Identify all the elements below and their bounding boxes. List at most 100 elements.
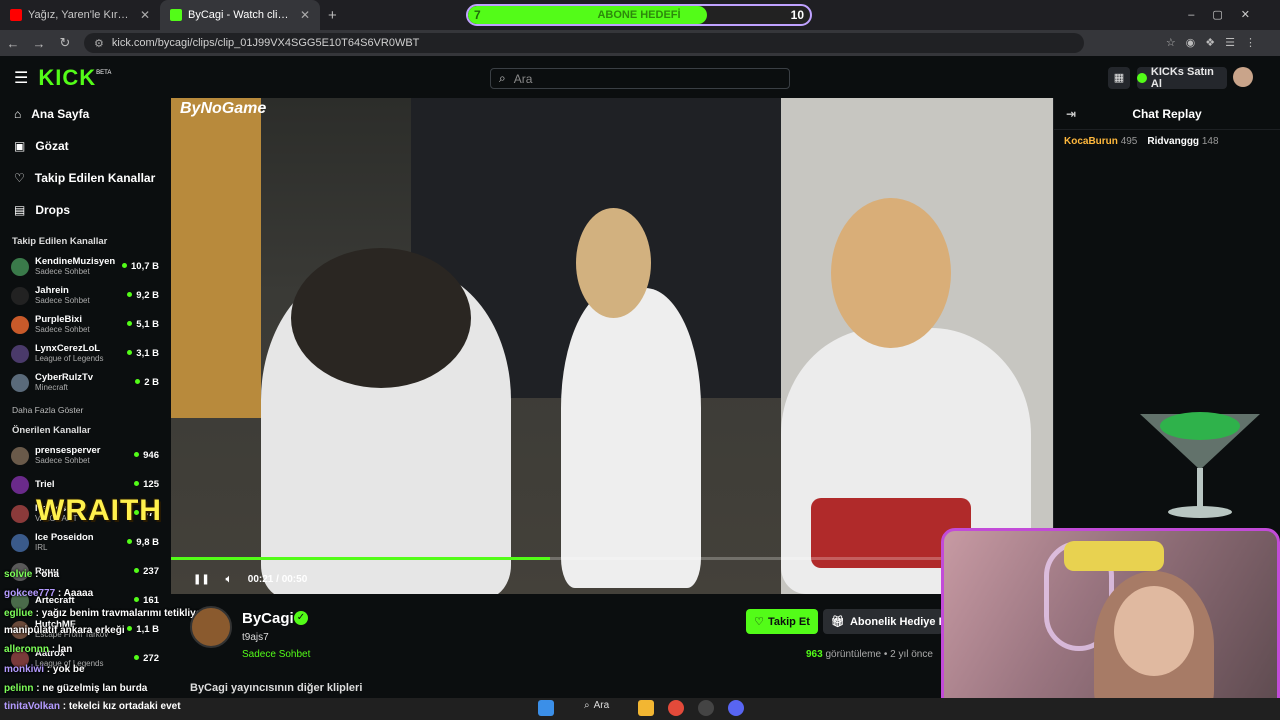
viewer-count: 9,2 B — [127, 290, 159, 301]
sidebar-nav-label: Drops — [35, 203, 71, 217]
show-more-link[interactable]: Daha Fazla Göster — [0, 397, 170, 423]
channel-category: League of Legends — [35, 354, 104, 363]
chat-replay-panel: ⇥ Chat Replay KocaBurun 495 Ridvanggg 148 — [1053, 98, 1280, 528]
video-controls: ❚❚ 🔈︎ 00:21 / 00:50 — [171, 568, 471, 590]
collapse-chat-icon[interactable]: ⇥ — [1066, 107, 1076, 121]
search-input[interactable]: ⌕ Ara — [490, 68, 790, 89]
channel-list-item[interactable]: Ice Poseidon IRL 9,8 B — [0, 528, 170, 557]
channel-list-item[interactable]: CyberRulzTv Minecraft 2 B — [0, 368, 170, 397]
video-player[interactable] — [171, 98, 1053, 594]
file-explorer-icon[interactable] — [638, 700, 654, 716]
channel-name: Ice Poseidon — [35, 532, 94, 543]
url-bar[interactable]: ⚙ kick.com/bycagi/clips/clip_01J99VX4SGG… — [84, 33, 1084, 53]
site-info-icon[interactable]: ⚙ — [94, 37, 104, 50]
channel-name: Triel — [35, 479, 55, 490]
window-controls[interactable]: –▢✕ — [1188, 8, 1268, 21]
viewer-count: 9,8 B — [127, 537, 159, 548]
follow-button[interactable]: ♡ Takip Et — [746, 609, 818, 634]
flower-mural — [171, 98, 261, 418]
channel-name: PurpleBixi — [35, 314, 82, 325]
channel-name[interactable]: ByCagi — [242, 610, 294, 627]
chat-header: ⇥ Chat Replay — [1054, 98, 1280, 130]
other-clips-heading: ByCagi yayıncısının diğer klipleri — [190, 682, 363, 694]
overlay-chat-line: alleronnn : lan — [4, 644, 73, 655]
channel-avatar — [11, 373, 29, 392]
back-icon[interactable]: ← — [0, 36, 26, 51]
channel-name: Jahrein — [35, 285, 69, 296]
close-tab-icon[interactable]: ✕ — [140, 8, 150, 22]
person-left-head — [291, 248, 471, 388]
windows-start-icon[interactable] — [538, 700, 554, 716]
user-avatar[interactable] — [1233, 67, 1253, 87]
channel-avatar — [11, 446, 29, 465]
gift-icon: 🎁︎ — [831, 616, 845, 628]
sidebar-nav-item[interactable]: ▣ Gözat — [0, 130, 170, 162]
channel-category: Sadece Sohbet — [35, 267, 90, 276]
person-right-head — [831, 198, 951, 348]
channel-list-item[interactable]: KendineMuzisyen Sadece Sohbet 10,7 B — [0, 252, 170, 281]
channel-avatar — [11, 344, 29, 363]
leaderboard-user: Ridvanggg — [1147, 136, 1200, 147]
channel-avatar — [11, 257, 29, 276]
chrome-icon[interactable] — [668, 700, 684, 716]
video-progress-bar[interactable] — [171, 557, 1053, 560]
channel-list-item[interactable]: LynxCerezLoL League of Legends 3,1 B — [0, 339, 170, 368]
browser-tab-active[interactable]: ByCagi - Watch clips on Kick ✕ — [160, 0, 320, 30]
channel-name: prensesperver — [35, 445, 101, 456]
clips-icon[interactable]: ▦ — [1108, 67, 1130, 89]
pause-icon[interactable]: ❚❚ — [193, 574, 210, 585]
buy-kicks-button[interactable]: KICKs Satın Al — [1137, 66, 1227, 90]
clip-stats: 963 görüntüleme • 2 yıl önce — [806, 649, 933, 660]
channel-list-item[interactable]: Jahrein Sadece Sohbet 9,2 B — [0, 281, 170, 310]
obs-icon[interactable] — [698, 700, 714, 716]
viewer-count: 237 — [134, 566, 159, 577]
gift-subscription-button[interactable]: 🎁︎ Abonelik Hediye Et — [823, 609, 943, 634]
viewer-count: 946 — [134, 450, 159, 461]
channel-list-item[interactable]: prensesperver Sadece Sohbet 946 — [0, 441, 170, 470]
channel-category: Sadece Sohbet — [35, 325, 90, 334]
sidebar-nav-label: Gözat — [35, 139, 69, 153]
sidebar-nav-item[interactable]: ♡ Takip Edilen Kanallar — [0, 162, 170, 194]
leaderboard-count: 148 — [1201, 136, 1219, 147]
leaderboard-entry[interactable]: Ridvanggg 148 — [1147, 136, 1218, 147]
views-count: 963 — [806, 649, 823, 660]
tab-title: ByCagi - Watch clips on Kick — [188, 9, 294, 21]
volume-icon[interactable]: 🔈︎ — [226, 574, 232, 585]
home-icon: ⌂ — [14, 107, 22, 121]
following-section-title: Takip Edilen Kanallar — [12, 236, 108, 247]
browser-extension-icons[interactable]: ☆◉❖☰⋮ — [1166, 36, 1266, 49]
clip-title: t9ajs7 — [242, 632, 269, 643]
new-tab-icon[interactable]: + — [328, 7, 337, 24]
overlay-chat-line: tinitaVolkan : tekelci kız ortadaki evet — [4, 701, 181, 712]
sidebar-nav-item[interactable]: ⌂ Ana Sayfa — [0, 98, 170, 130]
leaderboard-user: KocaBurun — [1064, 136, 1118, 147]
drops-icon: ▤ — [14, 203, 26, 217]
channel-category: Sadece Sohbet — [35, 296, 90, 305]
beta-badge: BETA — [96, 70, 112, 76]
channel-avatar[interactable] — [190, 606, 232, 648]
menu-icon[interactable]: ☰ — [14, 68, 28, 88]
heart-icon: ♡ — [14, 171, 25, 185]
clip-category[interactable]: Sadece Sohbet — [242, 649, 310, 660]
overlay-chat-line: pelinn : ne güzelmiş lan burda — [4, 683, 148, 694]
goal-label: ABONE HEDEFİ — [597, 9, 681, 21]
leaderboard-entry[interactable]: KocaBurun 495 — [1064, 136, 1137, 147]
taskbar-search[interactable]: ⌕ Ara — [584, 700, 609, 711]
overlay-alert-text: WRAITH — [36, 494, 162, 527]
sidebar-nav-item[interactable]: ▤ Drops — [0, 194, 170, 226]
reload-icon[interactable]: ↻ — [52, 35, 78, 51]
time-display: 00:21 / 00:50 — [247, 573, 308, 585]
kick-logo[interactable]: KICK — [38, 65, 96, 91]
browser-tab[interactable]: Yağız, Yaren'le Kırmızı Odada | Y ✕ — [0, 0, 160, 30]
channel-list-item[interactable]: PurpleBixi Sadece Sohbet 5,1 B — [0, 310, 170, 339]
forward-icon[interactable]: → — [26, 36, 52, 51]
discord-icon[interactable] — [728, 700, 744, 716]
close-tab-icon[interactable]: ✕ — [300, 8, 310, 22]
leaderboard-count: 495 — [1120, 136, 1138, 147]
tab-title: Yağız, Yaren'le Kırmızı Odada | Y — [28, 9, 134, 21]
search-icon: ⌕ — [584, 700, 590, 711]
goal-target-value: 10 — [790, 8, 804, 22]
channel-category: IRL — [35, 543, 48, 552]
sidebar-nav-label: Takip Edilen Kanallar — [34, 171, 156, 185]
channel-avatar — [11, 504, 29, 523]
